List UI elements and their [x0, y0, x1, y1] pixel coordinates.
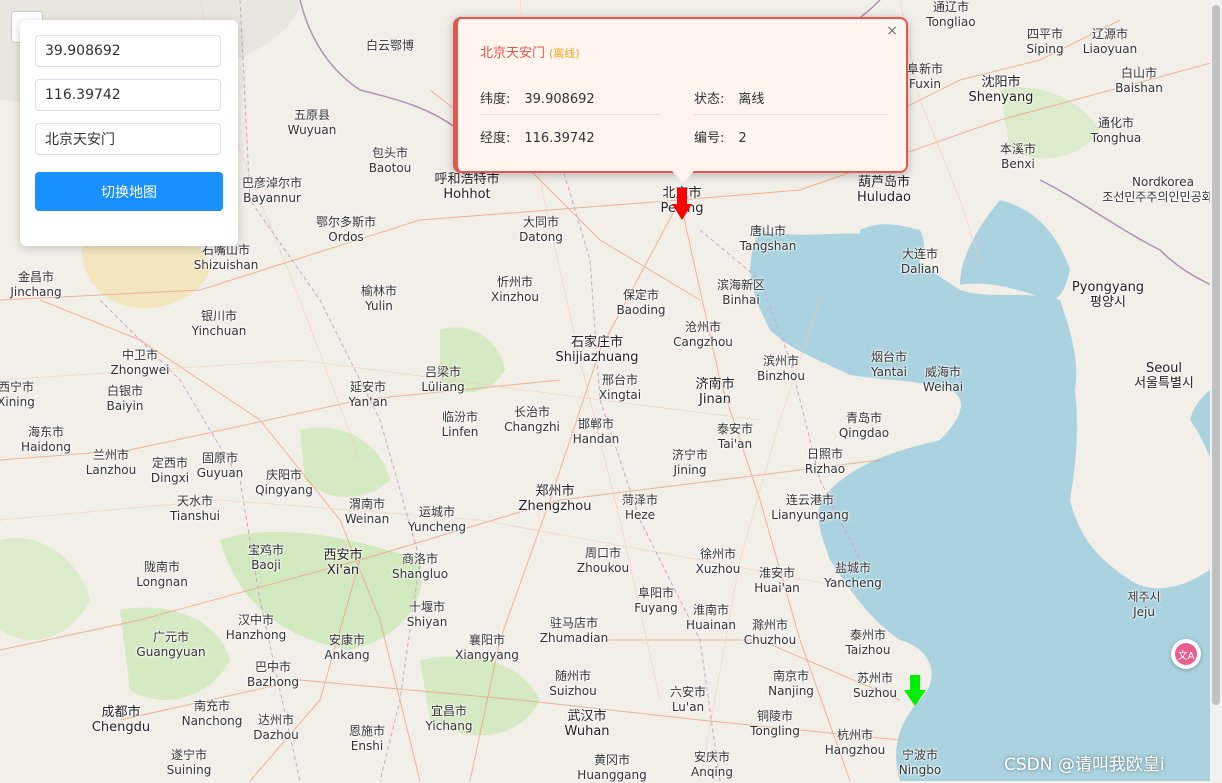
shanghai-marker[interactable] [904, 675, 926, 707]
green-area-4 [120, 607, 230, 700]
location-name-input[interactable] [35, 123, 221, 155]
scrollbar-thumb[interactable] [1212, 5, 1220, 705]
green-area-3 [220, 531, 422, 650]
beijing-marker[interactable] [672, 188, 692, 221]
status-tag: (离线) [549, 47, 580, 60]
latitude-row: 纬度: 39.908692 [480, 92, 595, 107]
watermark: CSDN @请叫我欧皇i [1004, 755, 1165, 775]
latitude-input[interactable] [35, 35, 221, 67]
green-area-6 [1000, 87, 1100, 159]
longitude-row: 经度: 116.39742 [480, 131, 595, 146]
close-icon[interactable]: × [886, 23, 898, 39]
divider [480, 114, 660, 115]
divider [694, 114, 888, 115]
control-panel: 切换地图 [20, 20, 238, 246]
popup-title: 北京天安门 (离线) [480, 46, 580, 61]
translate-icon: 文A [1175, 643, 1197, 665]
info-popup: × 北京天安门 (离线) 纬度: 39.908692 状态: 离线 经度: 116.39… [453, 17, 908, 183]
scrollbar[interactable] [1210, 0, 1222, 781]
translate-button[interactable]: 文A [1171, 639, 1201, 669]
green-area-5 [420, 656, 540, 736]
switch-map-button[interactable]: 切换地图 [35, 172, 223, 211]
popup-tail [672, 171, 694, 183]
green-area-7 [0, 538, 90, 640]
longitude-input[interactable] [35, 79, 221, 111]
status-row: 状态: 离线 [694, 92, 765, 107]
id-row: 编号: 2 [694, 131, 747, 146]
